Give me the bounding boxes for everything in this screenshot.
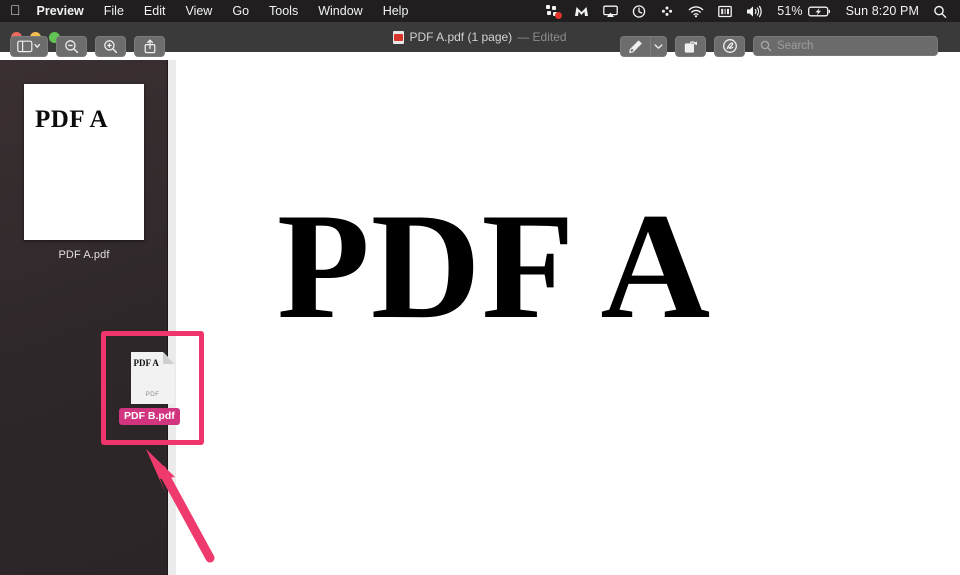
volume-icon[interactable] [739, 5, 770, 18]
pdf-page-text: PDF A [277, 182, 712, 350]
spotlight-search-icon[interactable] [926, 5, 954, 18]
dragged-file-name-label: PDF B.pdf [119, 408, 180, 425]
battery-status[interactable]: 51% [770, 0, 838, 22]
rotate-button[interactable] [675, 35, 706, 57]
document-canvas: PDF A [168, 60, 960, 575]
menu-item-window[interactable]: Window [308, 0, 372, 22]
time-machine-icon[interactable] [625, 4, 653, 18]
toolbar: Search [0, 32, 960, 60]
menu-bar:  Preview File Edit View Go Tools Window… [0, 0, 960, 22]
battery-charging-icon [807, 5, 832, 18]
apple-menu-icon[interactable]:  [10, 3, 21, 17]
search-input-placeholder: Search [777, 40, 814, 52]
thumbnail-page-preview[interactable]: PDF A [24, 84, 144, 240]
malwarebytes-icon[interactable] [567, 5, 596, 18]
sidebar-toggle-button[interactable] [10, 35, 48, 57]
menubar-clock[interactable]: Sun 8:20 PM [839, 0, 926, 22]
menu-item-file[interactable]: File [94, 0, 134, 22]
markup-pen-button[interactable] [620, 35, 650, 57]
dragged-file-title: PDF A [133, 358, 159, 368]
pdf-page[interactable]: PDF A [176, 60, 960, 575]
menu-item-edit[interactable]: Edit [134, 0, 176, 22]
screen:  Preview File Edit View Go Tools Window… [0, 0, 960, 575]
markup-chevron-down-icon[interactable] [650, 35, 667, 57]
menu-item-go[interactable]: Go [222, 0, 259, 22]
wifi-icon[interactable] [681, 5, 711, 18]
display-icon[interactable] [711, 5, 739, 18]
menubar-status-area: 51% Sun 8:20 PM [539, 0, 954, 22]
annotate-button[interactable] [714, 35, 745, 57]
menu-item-tools[interactable]: Tools [259, 0, 308, 22]
airplay-icon[interactable] [596, 5, 625, 18]
dragged-file-item[interactable]: PDF A PDF [128, 352, 177, 407]
thumbnail-item[interactable]: PDF A PDF A.pdf [24, 84, 144, 261]
thumbnail-sidebar[interactable]: PDF A PDF A.pdf [0, 60, 168, 575]
page-fold-corner-icon [162, 352, 175, 364]
thumbnail-page-text: PDF A [35, 106, 109, 133]
search-field[interactable]: Search [753, 36, 938, 56]
pdf-file-icon: PDF A PDF [130, 352, 175, 404]
dropbox-icon[interactable] [653, 5, 681, 18]
clock-label: Sun 8:20 PM [845, 4, 919, 18]
share-button[interactable] [134, 35, 165, 57]
menu-item-help[interactable]: Help [373, 0, 419, 22]
app-badge-icon[interactable] [539, 4, 567, 19]
battery-percent-label: 51% [777, 4, 803, 18]
window-body: PDF A PDF A.pdf PDF A [0, 60, 960, 575]
toolbar-right-group: Search [620, 35, 938, 57]
toolbar-left-group [10, 35, 165, 57]
markup-tool-split-button [620, 35, 667, 57]
search-icon [760, 40, 772, 52]
thumbnail-label: PDF A.pdf [58, 249, 110, 261]
menu-item-preview[interactable]: Preview [35, 0, 94, 22]
zoom-in-button[interactable] [95, 35, 126, 57]
zoom-out-button[interactable] [56, 35, 87, 57]
menu-item-view[interactable]: View [175, 0, 222, 22]
dragged-file-kind: PDF [145, 391, 160, 398]
